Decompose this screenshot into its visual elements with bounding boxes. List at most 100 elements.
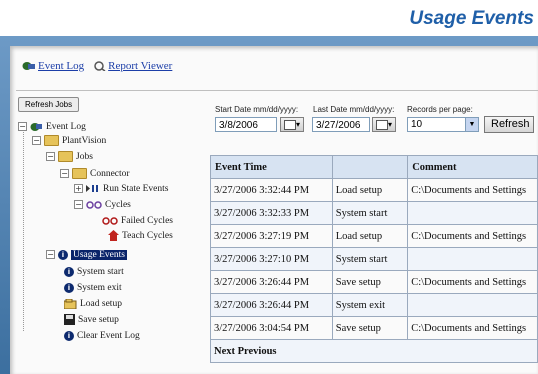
save-setup-icon (64, 314, 75, 325)
previous-page-link[interactable]: Previous (238, 346, 277, 357)
event-log-icon (30, 123, 42, 131)
start-date-label: Start Date mm/dd/yyyy: (215, 105, 299, 114)
tree-item-plantvision[interactable]: − PlantVision (32, 134, 106, 147)
report-viewer-link[interactable]: Report Viewer (108, 60, 172, 72)
records-value: 10 (411, 119, 423, 130)
tree-label: Failed Cycles (121, 215, 173, 226)
collapse-icon[interactable]: − (32, 136, 41, 145)
folder-icon (72, 168, 87, 179)
tree-label: Run State Events (103, 183, 169, 194)
table-row[interactable]: 3/27/2006 3:32:33 PM System start (210, 201, 538, 225)
tree-item-teach-cycles[interactable]: Teach Cycles (108, 229, 173, 242)
collapse-icon[interactable]: − (74, 200, 83, 209)
table-row[interactable]: 3/27/2006 3:27:19 PM Load setup C:\Docum… (210, 224, 538, 248)
tree-label: PlantVision (62, 135, 107, 146)
next-page-link[interactable]: Next (214, 346, 235, 357)
tree-item-system-start[interactable]: i System start (64, 265, 124, 278)
last-date-label: Last Date mm/dd/yyyy: (313, 105, 395, 114)
tree-label: Save setup (78, 314, 119, 325)
cell-event: Load setup (331, 178, 409, 202)
column-header-comment[interactable]: Comment (407, 155, 538, 179)
teach-cycles-icon (108, 230, 119, 241)
table-row[interactable]: 3/27/2006 3:26:44 PM System exit (210, 293, 538, 317)
last-calendar-button[interactable]: ▾ (372, 117, 396, 132)
collapse-icon[interactable]: − (60, 169, 69, 178)
cell-event: Save setup (331, 270, 409, 294)
tree-label: System exit (77, 282, 122, 293)
events-table: Event Time Comment 3/27/2006 3:32:44 PM … (210, 155, 538, 363)
cell-comment: C:\Documents and Settings (407, 224, 538, 248)
tree-label: Load setup (80, 298, 122, 309)
tree-label: Connector (90, 168, 130, 179)
folder-icon (44, 135, 59, 146)
event-log-icon (22, 62, 35, 71)
tree-label: Cycles (105, 199, 131, 210)
top-links: Event Log Report Viewer (22, 60, 172, 72)
failed-cycles-icon (102, 216, 118, 225)
event-log-link-wrap[interactable]: Event Log (22, 60, 84, 72)
tree-item-failed-cycles[interactable]: Failed Cycles (102, 214, 173, 227)
report-viewer-icon (94, 61, 106, 72)
folder-icon (58, 151, 73, 162)
tree-item-system-exit[interactable]: i System exit (64, 281, 122, 294)
last-date-input[interactable]: 3/27/2006 (312, 117, 370, 132)
calendar-icon (375, 120, 388, 131)
tree-item-jobs[interactable]: − Jobs (46, 150, 93, 163)
start-calendar-button[interactable]: ▾ (280, 117, 304, 132)
tree-item-cycles[interactable]: − Cycles (74, 198, 131, 211)
cell-event-time: 3/27/2006 3:32:44 PM (210, 178, 333, 202)
calendar-icon (283, 120, 296, 131)
dropdown-arrow-icon[interactable]: ▼ (465, 118, 478, 131)
collapse-icon[interactable]: − (18, 122, 27, 131)
expand-icon[interactable]: + (74, 184, 83, 193)
cell-event-time: 3/27/2006 3:26:44 PM (210, 270, 333, 294)
screenshot-frame: Event Log Report Viewer Refresh Jobs − E… (0, 36, 538, 374)
tree-item-event-log[interactable]: − Event Log (18, 120, 86, 133)
cell-comment (407, 293, 538, 317)
column-header-event[interactable] (331, 155, 409, 179)
table-row[interactable]: 3/27/2006 3:26:44 PM Save setup C:\Docum… (210, 270, 538, 294)
refresh-jobs-button[interactable]: Refresh Jobs (18, 97, 80, 112)
tree-item-usage-events[interactable]: − i Usage Events (46, 248, 127, 261)
records-label: Records per page: (407, 105, 473, 114)
cell-comment: C:\Documents and Settings (407, 316, 538, 340)
cycles-icon (86, 200, 102, 209)
tree-label: Clear Event Log (77, 330, 140, 341)
tree-item-load-setup[interactable]: Load setup (64, 297, 122, 310)
tree-item-clear-event-log[interactable]: i Clear Event Log (64, 329, 140, 342)
table-row[interactable]: 3/27/2006 3:27:10 PM System start (210, 247, 538, 271)
info-icon: i (64, 282, 74, 293)
report-viewer-link-wrap[interactable]: Report Viewer (94, 60, 172, 72)
column-header-event-time[interactable]: Event Time (210, 155, 333, 179)
start-date-input[interactable]: 3/8/2006 (215, 117, 277, 132)
table-row[interactable]: 3/27/2006 3:32:44 PM Load setup C:\Docum… (210, 178, 538, 202)
pause-icon (86, 185, 98, 192)
cell-comment (407, 247, 538, 271)
tree-label: System start (77, 266, 124, 277)
table-row[interactable]: 3/27/2006 3:04:54 PM Save setup C:\Docum… (210, 316, 538, 340)
cell-comment (407, 201, 538, 225)
collapse-icon[interactable]: − (46, 152, 55, 161)
cell-event: Save setup (331, 316, 409, 340)
cell-event-time: 3/27/2006 3:32:33 PM (210, 201, 333, 225)
cell-event-time: 3/27/2006 3:04:54 PM (210, 316, 333, 340)
load-setup-icon (64, 298, 77, 309)
app-window: Event Log Report Viewer Refresh Jobs − E… (10, 46, 538, 374)
info-icon: i (64, 266, 74, 277)
cell-event: System exit (331, 293, 409, 317)
tree-guide (23, 126, 24, 331)
tree-item-save-setup[interactable]: Save setup (64, 313, 119, 326)
cell-event: System start (331, 247, 409, 271)
divider (16, 90, 538, 91)
records-per-page-select[interactable]: 10 ▼ (407, 117, 479, 132)
cell-event-time: 3/27/2006 3:26:44 PM (210, 293, 333, 317)
tree-item-connector[interactable]: − Connector (60, 167, 130, 180)
pagination-row: Next Previous (210, 339, 538, 363)
tree-item-run-state-events[interactable]: + Run State Events (74, 182, 168, 195)
tree-label: Usage Events (71, 249, 127, 260)
cell-comment: C:\Documents and Settings (407, 178, 538, 202)
event-log-link[interactable]: Event Log (38, 60, 84, 72)
info-icon: i (64, 330, 74, 341)
collapse-icon[interactable]: − (46, 250, 55, 259)
refresh-button[interactable]: Refresh (484, 116, 534, 133)
